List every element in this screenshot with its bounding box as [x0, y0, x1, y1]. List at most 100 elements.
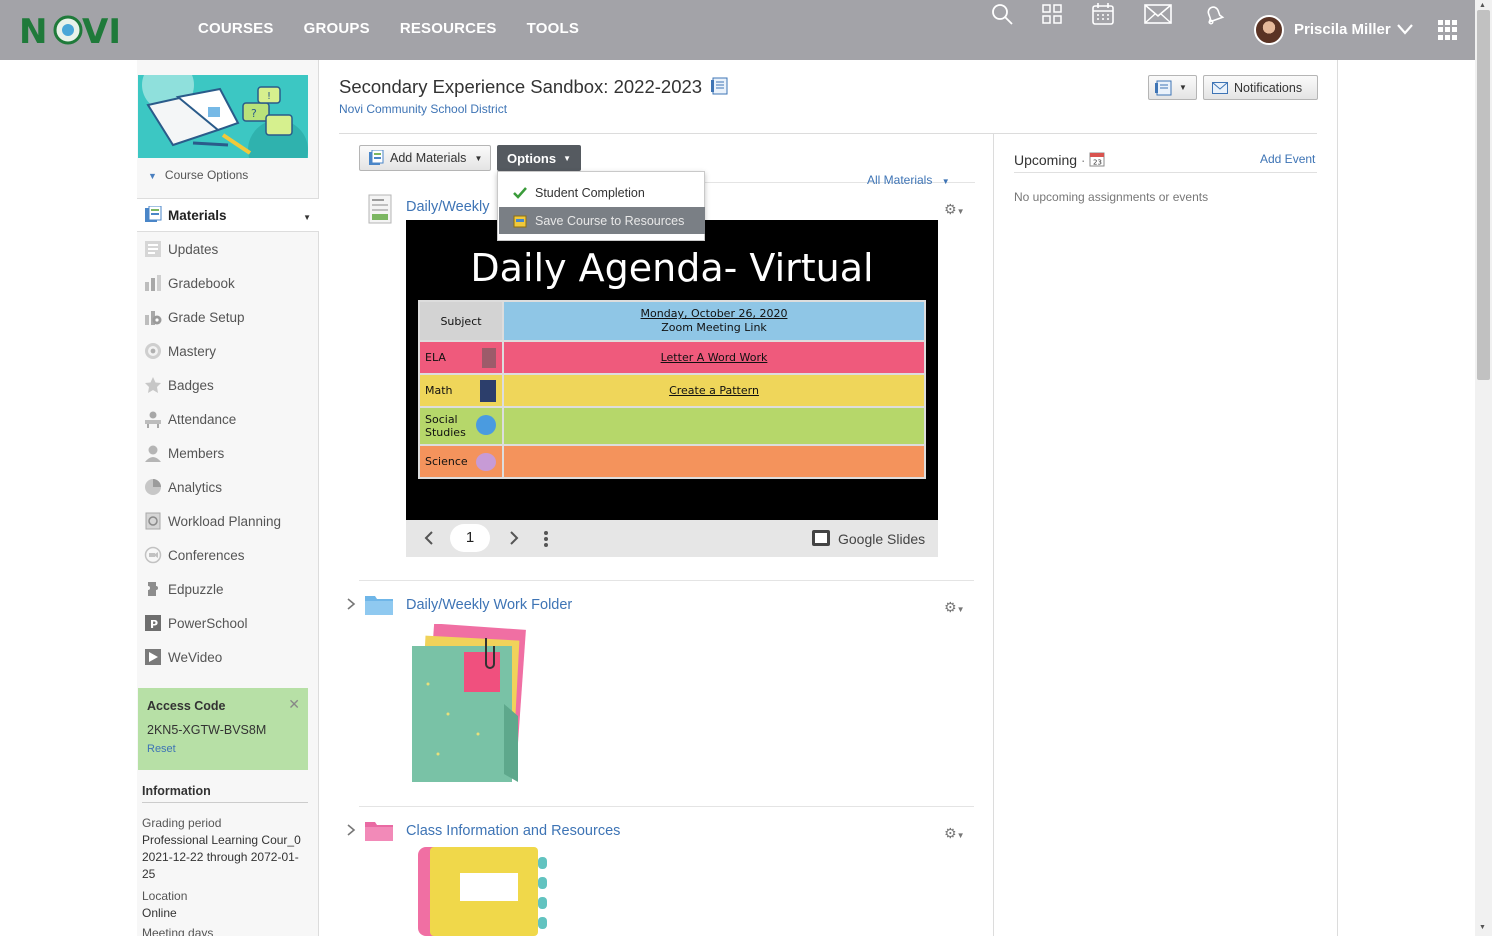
material-link-daily-weekly[interactable]: Daily/Weekly: [406, 199, 490, 215]
sidebar-item-workload-planning[interactable]: Workload Planning: [137, 504, 319, 538]
chevron-down-icon[interactable]: [1396, 22, 1414, 41]
google-slides-label[interactable]: Google Slides: [838, 531, 925, 547]
nav-courses[interactable]: COURSES: [198, 20, 274, 37]
search-icon[interactable]: [988, 0, 1016, 28]
agenda-header-subject: Subject: [418, 300, 504, 342]
scroll-up-arrow-icon[interactable]: ▲: [1479, 2, 1486, 9]
nav-tools[interactable]: TOOLS: [527, 20, 579, 37]
scrollbar-thumb[interactable]: [1477, 10, 1490, 380]
novi-logo[interactable]: N VI: [19, 14, 135, 46]
calendar-icon[interactable]: [1089, 0, 1117, 28]
course-view-dropdown[interactable]: ▼: [1148, 75, 1197, 100]
slide-page-number[interactable]: 1: [450, 524, 490, 552]
add-materials-button[interactable]: Add Materials ▼: [359, 145, 492, 171]
folder-link-class-information[interactable]: Class Information and Resources: [406, 823, 620, 839]
document-icon: [368, 194, 392, 229]
mastery-icon: [144, 342, 162, 360]
sidebar-item-updates[interactable]: Updates: [137, 232, 319, 266]
slide-title: Daily Agenda- Virtual: [470, 246, 874, 290]
badges-icon: [144, 376, 162, 394]
grid-icon[interactable]: [1038, 0, 1066, 28]
sidebar-item-grade-setup[interactable]: Grade Setup: [137, 300, 319, 334]
agenda-value-social-studies: [502, 406, 926, 446]
menu-item-save-course-to-resources[interactable]: Save Course to Resources: [499, 207, 705, 234]
user-avatar[interactable]: [1254, 15, 1284, 45]
sidebar-item-label: Gradebook: [168, 275, 235, 291]
sidebar-item-wevideo[interactable]: WeVideo: [137, 640, 319, 674]
app-launcher-icon[interactable]: [1438, 20, 1458, 40]
ela-icon: [482, 348, 496, 368]
subject-label: Math: [425, 384, 453, 397]
more-vertical-icon[interactable]: [543, 530, 549, 553]
agenda-value-ela[interactable]: Letter A Word Work: [502, 340, 926, 375]
gear-icon[interactable]: ⚙▼: [944, 825, 964, 842]
upcoming-empty-message: No upcoming assignments or events: [1014, 190, 1209, 204]
sidebar-item-label: Materials: [168, 207, 227, 223]
chevron-right-icon[interactable]: [346, 597, 356, 616]
sidebar-item-members[interactable]: Members: [137, 436, 319, 470]
bell-icon[interactable]: [1200, 0, 1228, 28]
folder-link-daily-weekly-work[interactable]: Daily/Weekly Work Folder: [406, 597, 572, 613]
sidebar-item-powerschool[interactable]: P PowerSchool: [137, 606, 319, 640]
sidebar-item-edpuzzle[interactable]: Edpuzzle: [137, 572, 319, 606]
sidebar-item-conferences[interactable]: Conferences: [137, 538, 319, 572]
scroll-down-arrow-icon[interactable]: ▼: [1479, 924, 1486, 931]
course-image[interactable]: ? !: [138, 75, 308, 158]
table-row: Science: [418, 444, 926, 479]
all-materials-filter[interactable]: All Materials ▼: [867, 173, 950, 187]
gear-icon[interactable]: ⚙▼: [944, 201, 964, 218]
sidebar-item-label: WeVideo: [168, 649, 223, 665]
item-divider: [359, 806, 974, 807]
previous-slide-icon[interactable]: [424, 530, 434, 551]
calendar-icon[interactable]: 23: [1089, 151, 1105, 170]
location: Location Online: [142, 888, 308, 922]
nav-resources[interactable]: RESOURCES: [400, 20, 497, 37]
sidebar-item-analytics[interactable]: Analytics: [137, 470, 319, 504]
course-profile-icon[interactable]: [711, 77, 729, 100]
column-divider: [993, 134, 994, 936]
notebook-thumbnail[interactable]: [418, 845, 550, 936]
upcoming-heading: Upcoming · 23: [1014, 151, 1105, 170]
sidebar-item-mastery[interactable]: Mastery: [137, 334, 319, 368]
conferences-icon: [144, 546, 162, 564]
access-code-panel: Access Code 2KN5-XGTW-BVS8M Reset ✕: [138, 688, 308, 770]
svg-text:VI: VI: [82, 14, 121, 46]
sidebar-item-gradebook[interactable]: Gradebook: [137, 266, 319, 300]
notifications-button[interactable]: Notifications: [1203, 75, 1318, 100]
add-event-link[interactable]: Add Event: [1260, 152, 1315, 166]
book-icon: [1155, 80, 1172, 95]
options-button[interactable]: Options ▼: [497, 145, 582, 171]
upcoming-title: Upcoming: [1014, 152, 1078, 168]
sidebar-item-materials[interactable]: Materials ▼: [137, 198, 319, 232]
sidebar-item-badges[interactable]: Badges: [137, 368, 319, 402]
sidebar-item-attendance[interactable]: Attendance: [137, 402, 319, 436]
nav-groups[interactable]: GROUPS: [304, 20, 370, 37]
agenda-subject-math: Math: [418, 373, 504, 408]
course-title: Secondary Experience Sandbox: 2022-2023: [339, 76, 703, 97]
gear-icon[interactable]: ⚙▼: [944, 599, 964, 616]
top-navigation-bar: N VI COURSES GROUPS RESOURCES TOOLS Pris…: [0, 0, 1475, 60]
agenda-zoom-link[interactable]: Zoom Meeting Link: [504, 321, 924, 335]
caret-down-icon: ▼: [1179, 83, 1187, 92]
mail-icon[interactable]: [1144, 0, 1172, 28]
table-row: Social Studies: [418, 406, 926, 446]
agenda-value-math[interactable]: Create a Pattern: [502, 373, 926, 408]
chevron-right-icon[interactable]: [346, 823, 356, 842]
close-icon[interactable]: ✕: [288, 696, 300, 713]
access-code-reset-link[interactable]: Reset: [147, 743, 299, 755]
table-row: ELA Letter A Word Work: [418, 340, 926, 375]
district-link[interactable]: Novi Community School District: [339, 102, 507, 116]
course-options-toggle[interactable]: ▼ Course Options: [148, 168, 248, 182]
meeting-days: Meeting days: [142, 925, 308, 936]
next-slide-icon[interactable]: [509, 530, 519, 551]
embedded-slide[interactable]: Daily Agenda- Virtual Subject Monday, Oc…: [406, 220, 938, 520]
sidebar-item-label: Members: [168, 445, 225, 461]
novi-logo-mark: N VI: [19, 14, 121, 46]
workload-icon: [144, 512, 162, 530]
user-name[interactable]: Priscila Miller: [1294, 21, 1391, 38]
menu-item-student-completion[interactable]: Student Completion: [499, 179, 705, 206]
members-icon: [144, 444, 162, 462]
materials-icon: [144, 206, 162, 224]
caret-down-icon[interactable]: ▼: [303, 213, 311, 222]
folder-thumbnail[interactable]: [408, 623, 528, 791]
